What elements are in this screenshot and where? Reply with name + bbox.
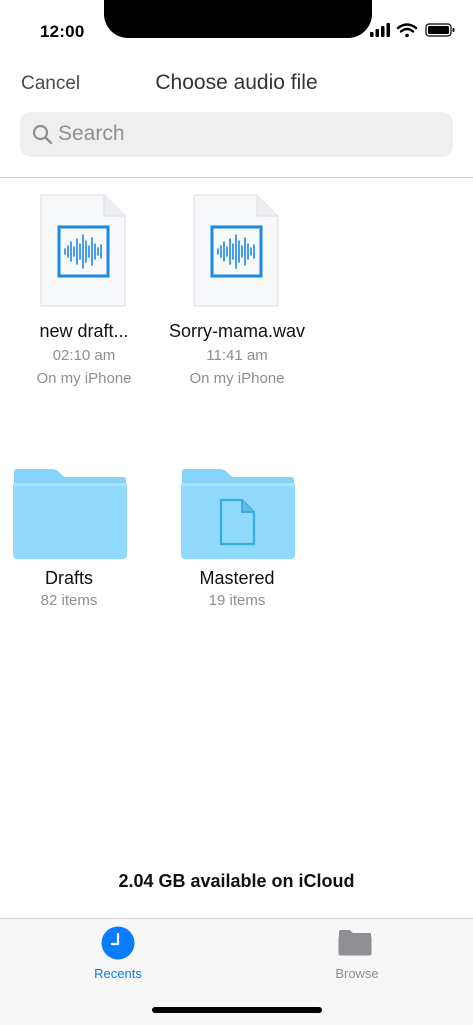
file-location: On my iPhone (36, 370, 132, 387)
folder-item-drafts[interactable] (12, 468, 128, 565)
folder-count: 82 items (40, 592, 98, 609)
search-placeholder: Search (58, 122, 125, 145)
home-indicator (152, 1007, 322, 1013)
file-item-new-draft[interactable] (40, 194, 126, 312)
folder-document-icon (181, 469, 295, 559)
tab-browse[interactable]: Browse (307, 925, 407, 985)
file-time: 02:10 am (52, 347, 116, 364)
status-icons (370, 23, 455, 38)
storage-info: 2.04 GB available on iCloud (118, 871, 355, 891)
audio-file-icon (40, 194, 126, 307)
tab-recents[interactable]: Recents (68, 925, 168, 985)
device-notch (104, 0, 372, 38)
folder-icon (13, 469, 127, 559)
page-title: Choose audio file (155, 71, 318, 94)
folder-count: 19 items (208, 592, 266, 609)
folder-name: Drafts (44, 568, 93, 588)
folder-item-mastered[interactable] (180, 468, 296, 565)
file-item-sorry-mama[interactable] (193, 194, 279, 312)
file-name: Sorry-mama.wav (168, 321, 306, 341)
status-time: 12:00 (40, 22, 85, 41)
folder-name: Mastered (199, 568, 275, 588)
tab-label: Recents (94, 966, 142, 981)
wifi-icon (396, 23, 418, 38)
file-time: 11:41 am (206, 347, 268, 364)
divider (0, 177, 473, 178)
cellular-signal-icon (370, 23, 390, 37)
audio-file-icon (193, 194, 279, 307)
battery-icon (425, 23, 455, 37)
folder-icon (338, 930, 372, 956)
file-name: new draft... (39, 321, 129, 341)
file-location: On my iPhone (189, 370, 285, 387)
search-icon (32, 124, 53, 145)
clock-icon (101, 926, 135, 960)
tab-label: Browse (335, 966, 379, 981)
